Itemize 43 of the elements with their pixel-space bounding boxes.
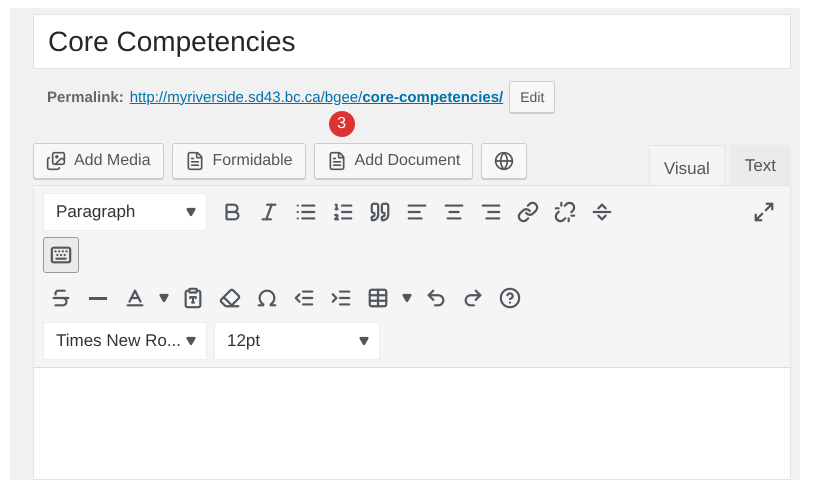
- redo-icon: [462, 287, 484, 309]
- dropdown-select[interactable]: Paragraph: [43, 193, 207, 231]
- media-icon: [46, 151, 66, 171]
- dropdown-select[interactable]: Times New Ro...: [43, 322, 207, 360]
- unlink-icon: [554, 201, 576, 223]
- strikethrough-icon: [50, 287, 72, 309]
- keyboard-icon: [50, 244, 72, 266]
- editor-tab[interactable]: Text: [730, 145, 791, 185]
- caret-icon: [402, 293, 412, 303]
- caret-icon: [159, 293, 169, 303]
- caret-icon: [186, 207, 196, 217]
- edit-button[interactable]: Edit: [509, 81, 556, 113]
- editor-tab[interactable]: Visual: [648, 145, 725, 185]
- text-color-icon: [124, 287, 146, 309]
- dropdown-select[interactable]: 12pt: [214, 322, 380, 360]
- quote-icon: [369, 201, 391, 223]
- link-icon: [517, 201, 539, 223]
- fullscreen-icon: [753, 201, 775, 223]
- read-more-icon: [591, 201, 613, 223]
- globe-button[interactable]: [481, 143, 528, 179]
- caret-icon: [186, 336, 196, 346]
- media-button[interactable]: Formidable: [172, 143, 306, 179]
- permalink-link[interactable]: http://myriverside.sd43.bc.ca/bgee/core-competencies/: [130, 88, 504, 106]
- title-field[interactable]: Core Competencies: [33, 14, 791, 69]
- document-icon: [326, 151, 347, 171]
- dropdown-value: Paragraph: [56, 202, 136, 222]
- form-icon: [184, 151, 204, 171]
- clipboard-icon: [182, 287, 204, 309]
- media-button[interactable]: Add Media: [33, 143, 164, 179]
- notification-badge: 3: [328, 111, 355, 137]
- caret-icon: [359, 336, 369, 346]
- undo-icon: [425, 287, 447, 309]
- permalink-label: Permalink:: [47, 88, 124, 106]
- omega-icon: [256, 287, 278, 309]
- help-icon: [499, 287, 521, 309]
- dropdown-value: 12pt: [227, 331, 260, 351]
- eraser-icon: [219, 287, 241, 309]
- table-icon: [367, 287, 389, 309]
- numbered-list-icon: [332, 201, 354, 223]
- toolbar-button[interactable]: [43, 237, 79, 273]
- dropdown-value: Times New Ro...: [56, 331, 182, 351]
- horizontal-line-icon: [89, 296, 107, 300]
- globe-icon: [494, 151, 514, 171]
